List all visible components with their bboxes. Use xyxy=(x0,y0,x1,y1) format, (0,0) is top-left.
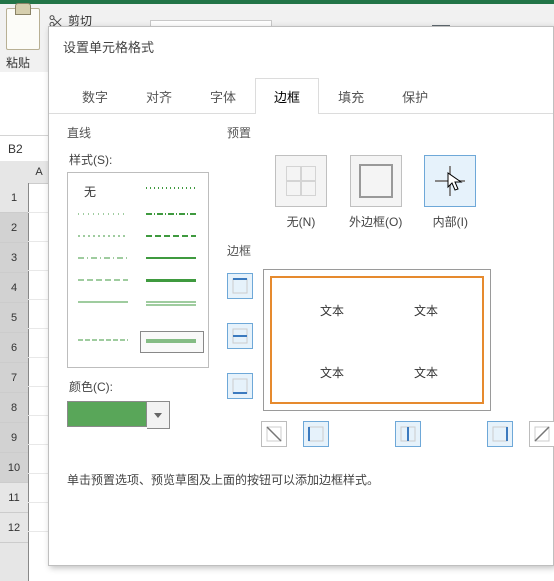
color-label: 颜色(C): xyxy=(69,378,209,395)
border-diag-up-icon xyxy=(534,426,550,442)
line-section-label: 直线 xyxy=(67,124,209,141)
line-style-list[interactable]: 无 xyxy=(67,172,209,368)
preset-inside-label: 内部(I) xyxy=(433,213,468,230)
row-header-5[interactable]: 5 xyxy=(0,303,28,333)
preset-inside-button[interactable] xyxy=(424,155,476,207)
paste-label[interactable]: 粘贴 xyxy=(6,54,30,71)
line-style-none[interactable]: 无 xyxy=(84,183,96,200)
help-text: 单击预置选项、预览草图及上面的按钮可以添加边框样式。 xyxy=(67,471,553,488)
preset-outline-label: 外边框(O) xyxy=(349,213,402,230)
color-swatch[interactable] xyxy=(67,401,147,427)
border-bottom-icon xyxy=(232,378,248,394)
row-header-7[interactable]: 7 xyxy=(0,363,28,393)
border-vertical-middle-button[interactable] xyxy=(395,421,421,447)
tab-fill[interactable]: 填充 xyxy=(319,78,383,114)
border-right-icon xyxy=(492,426,508,442)
name-box[interactable]: B2 xyxy=(0,136,53,162)
border-vmid-icon xyxy=(400,426,416,442)
dialog-title: 设置单元格格式 xyxy=(49,27,553,60)
border-top-button[interactable] xyxy=(227,273,253,299)
select-all-corner[interactable] xyxy=(0,161,29,184)
preset-outline-button[interactable] xyxy=(350,155,402,207)
row-header-3[interactable]: 3 xyxy=(0,243,28,273)
preset-buttons: 无(N) 外边框(O) 内部(I) xyxy=(275,155,554,230)
border-right-button[interactable] xyxy=(487,421,513,447)
tab-alignment[interactable]: 对齐 xyxy=(127,78,191,114)
tab-border[interactable]: 边框 xyxy=(255,78,319,114)
row-header-8[interactable]: 8 xyxy=(0,393,28,423)
row-header-9[interactable]: 9 xyxy=(0,423,28,453)
border-diag-down-button[interactable] xyxy=(261,421,287,447)
clipboard-group xyxy=(6,8,40,50)
border-preview[interactable]: 文本 文本 文本 文本 xyxy=(263,269,491,411)
preview-text-br: 文本 xyxy=(414,364,438,381)
clipboard-icon[interactable] xyxy=(6,8,40,50)
row-header-4[interactable]: 4 xyxy=(0,273,28,303)
preview-text-bl: 文本 xyxy=(320,364,344,381)
preview-text-tl: 文本 xyxy=(320,302,344,319)
tab-font[interactable]: 字体 xyxy=(191,78,255,114)
chevron-down-icon xyxy=(154,413,162,418)
border-diag-up-button[interactable] xyxy=(529,421,554,447)
row-header-1[interactable]: 1 xyxy=(0,183,28,213)
border-bottom-button[interactable] xyxy=(227,373,253,399)
color-dropdown-button[interactable] xyxy=(147,401,170,429)
border-left-icon xyxy=(308,426,324,442)
row-headers[interactable]: 1 2 3 4 5 6 7 8 9 10 11 12 xyxy=(0,183,29,581)
preview-text-tr: 文本 xyxy=(414,302,438,319)
row-header-6[interactable]: 6 xyxy=(0,333,28,363)
tab-protection[interactable]: 保护 xyxy=(383,78,447,114)
border-hmid-icon xyxy=(232,328,248,344)
border-diag-down-icon xyxy=(266,426,282,442)
preset-none-button[interactable] xyxy=(275,155,327,207)
tab-number[interactable]: 数字 xyxy=(63,78,127,114)
border-left-button[interactable] xyxy=(303,421,329,447)
border-section-label: 边框 xyxy=(227,242,554,259)
row-header-12[interactable]: 12 xyxy=(0,513,28,543)
format-cells-dialog: 设置单元格格式 数字 对齐 字体 边框 填充 保护 直线 样式(S): 无 xyxy=(48,26,554,566)
row-header-2[interactable]: 2 xyxy=(0,213,28,243)
presets-section-label: 预置 xyxy=(227,124,554,141)
dialog-tabs: 数字 对齐 字体 边框 填充 保护 xyxy=(49,60,553,114)
preset-none-label: 无(N) xyxy=(287,213,316,230)
style-label: 样式(S): xyxy=(69,151,209,168)
row-header-10[interactable]: 10 xyxy=(0,453,28,483)
border-horizontal-middle-button[interactable] xyxy=(227,323,253,349)
border-top-icon xyxy=(232,278,248,294)
row-header-11[interactable]: 11 xyxy=(0,483,28,513)
